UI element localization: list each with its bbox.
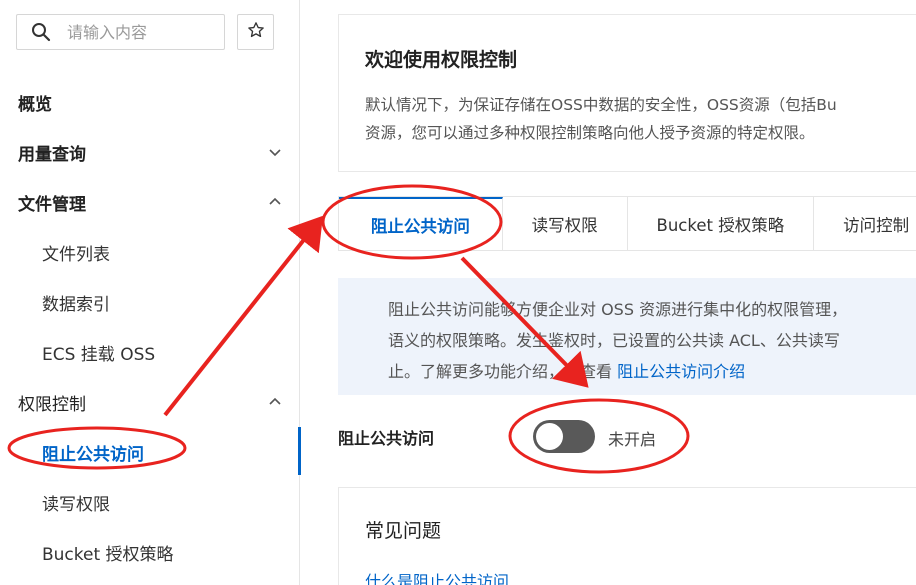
chevron-up-icon bbox=[269, 397, 281, 405]
sidebar-item-file-list[interactable]: 文件列表 bbox=[0, 228, 298, 276]
tab-label: 阻止公共访问 bbox=[370, 216, 470, 236]
welcome-card: 欢迎使用权限控制 默认情况下，为保证存储在OSS中数据的安全性，OSS资源（包括… bbox=[338, 14, 916, 172]
sidebar-item-ecs-mount[interactable]: ECS 挂载 OSS bbox=[0, 328, 298, 376]
info-line: 阻止公共访问能够方便企业对 OSS 资源进行集中化的权限管理， bbox=[388, 300, 848, 319]
sidebar-item-label: 权限控制 bbox=[18, 394, 86, 415]
sidebar-item-label: 读写权限 bbox=[42, 494, 110, 515]
tab-label: 读写权限 bbox=[531, 215, 598, 235]
sidebar-item-label: 阻止公共访问 bbox=[42, 444, 144, 465]
faq-card: 常见问题 什么是阻止公共访问 bbox=[338, 487, 916, 585]
info-line-prefix: 止。了解更多功能介绍，请查看 bbox=[388, 362, 618, 381]
tab-label: Bucket 授权策略 bbox=[656, 215, 785, 235]
tab-label: 访问控制 bbox=[843, 215, 910, 235]
sidebar-item-overview[interactable]: 概览 bbox=[0, 78, 298, 126]
sidebar-item-block-public-access[interactable]: 阻止公共访问 bbox=[0, 428, 298, 476]
switch-knob bbox=[536, 423, 563, 450]
tab-access-control[interactable]: 访问控制 bbox=[814, 197, 916, 250]
sidebar-item-file-management[interactable]: 文件管理 bbox=[0, 178, 298, 226]
favorite-button[interactable] bbox=[237, 14, 274, 50]
sidebar-item-label: 数据索引 bbox=[42, 294, 110, 315]
star-icon bbox=[247, 21, 265, 43]
sidebar-item-label: 文件列表 bbox=[42, 244, 110, 265]
main-content: 欢迎使用权限控制 默认情况下，为保证存储在OSS中数据的安全性，OSS资源（包括… bbox=[300, 0, 916, 585]
info-text: 阻止公共访问能够方便企业对 OSS 资源进行集中化的权限管理， 语义的权限策略。… bbox=[388, 294, 847, 387]
sidebar-item-read-write-permission[interactable]: 读写权限 bbox=[0, 478, 298, 526]
search-input[interactable] bbox=[67, 22, 217, 42]
sidebar-item-label: 概览 bbox=[18, 94, 52, 115]
page: 概览 用量查询 文件管理 文件列表 数据索引 ECS 挂载 OSS 权限控制 阻… bbox=[0, 0, 916, 585]
sidebar-item-label: 用量查询 bbox=[18, 144, 86, 165]
sidebar-item-data-index[interactable]: 数据索引 bbox=[0, 278, 298, 326]
info-line: 止。了解更多功能介绍，请查看 阻止公共访问介绍 bbox=[388, 356, 847, 387]
intro-link[interactable]: 阻止公共访问介绍 bbox=[617, 362, 745, 381]
welcome-description: 默认情况下，为保证存储在OSS中数据的安全性，OSS资源（包括Bu 资源，您可以… bbox=[365, 91, 837, 147]
chevron-down-icon bbox=[269, 149, 281, 157]
block-public-access-label: 阻止公共访问 bbox=[338, 429, 435, 448]
tab-block-public-access[interactable]: 阻止公共访问 bbox=[339, 197, 503, 250]
info-box: 阻止公共访问能够方便企业对 OSS 资源进行集中化的权限管理， 语义的权限策略。… bbox=[338, 278, 916, 395]
sidebar-item-label: 文件管理 bbox=[18, 194, 86, 215]
info-line: 语义的权限策略。发生鉴权时，已设置的公共读 ACL、公共读写 bbox=[388, 331, 840, 350]
tab-read-write-permission[interactable]: 读写权限 bbox=[503, 197, 628, 250]
tab-bar: 阻止公共访问 读写权限 Bucket 授权策略 访问控制 bbox=[338, 196, 916, 251]
welcome-desc-line: 资源，您可以通过多种权限控制策略向他人授予资源的特定权限。 bbox=[365, 124, 815, 142]
faq-title: 常见问题 bbox=[365, 520, 442, 542]
welcome-desc-line: 默认情况下，为保证存储在OSS中数据的安全性，OSS资源（包括Bu bbox=[365, 96, 837, 114]
sidebar-item-label: ECS 挂载 OSS bbox=[42, 344, 156, 365]
sidebar-item-bucket-policy[interactable]: Bucket 授权策略 bbox=[0, 528, 298, 576]
search-box[interactable] bbox=[16, 14, 225, 50]
search-icon bbox=[31, 22, 51, 42]
chevron-up-icon bbox=[269, 197, 281, 205]
sidebar: 概览 用量查询 文件管理 文件列表 数据索引 ECS 挂载 OSS 权限控制 阻… bbox=[0, 0, 300, 585]
faq-link[interactable]: 什么是阻止公共访问 bbox=[365, 568, 509, 585]
switch-status: 未开启 bbox=[608, 430, 657, 449]
sidebar-item-usage[interactable]: 用量查询 bbox=[0, 128, 298, 176]
page-title: 欢迎使用权限控制 bbox=[365, 49, 518, 71]
sidebar-item-label: Bucket 授权策略 bbox=[42, 544, 174, 565]
sidebar-item-access-control[interactable]: 权限控制 bbox=[0, 378, 298, 426]
block-public-access-switch[interactable] bbox=[533, 420, 595, 453]
tab-bucket-policy[interactable]: Bucket 授权策略 bbox=[628, 197, 815, 250]
